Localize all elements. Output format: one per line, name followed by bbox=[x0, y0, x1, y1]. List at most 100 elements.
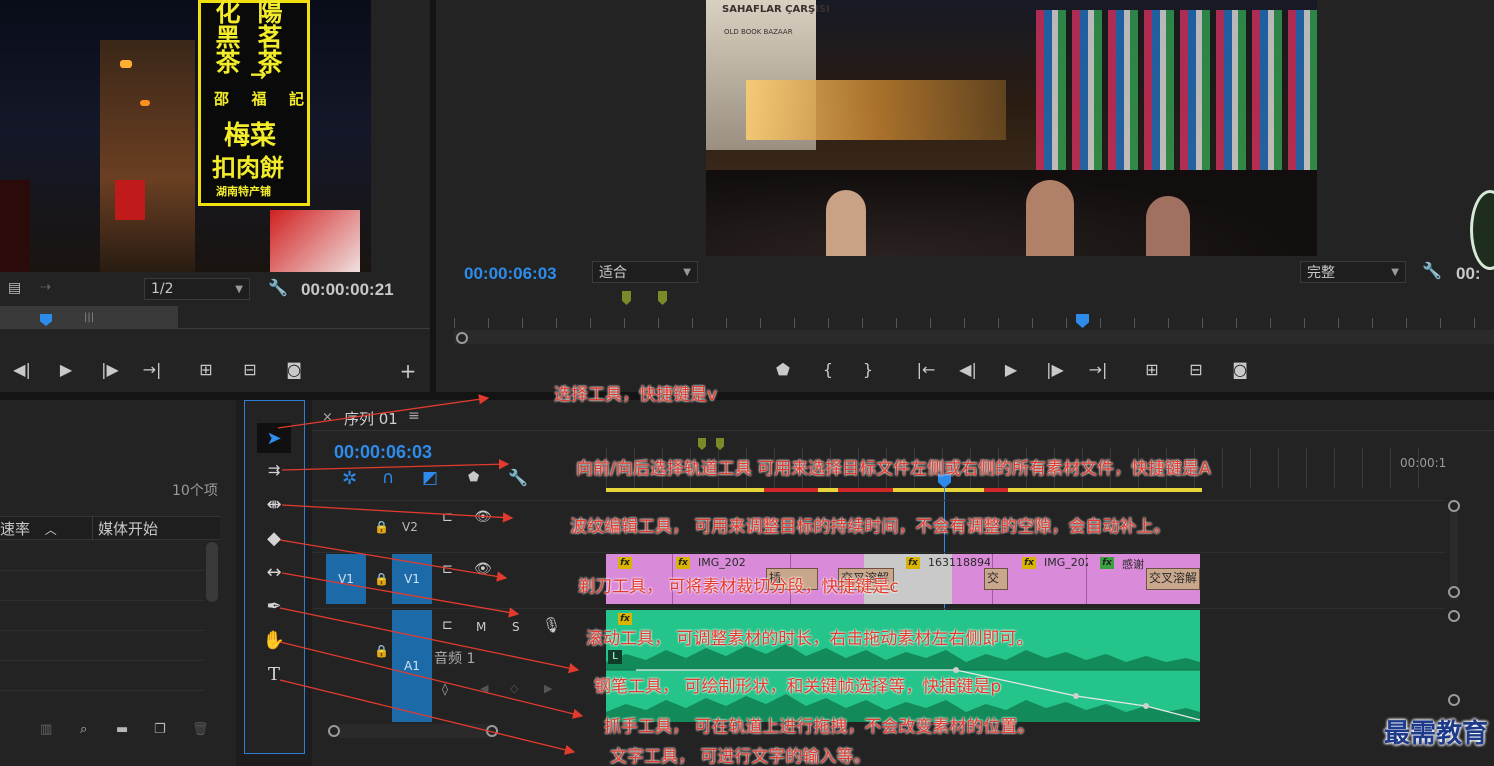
go-to-in-icon[interactable]: |← bbox=[914, 357, 938, 381]
fx-badge: fx bbox=[906, 557, 920, 569]
resolution-select[interactable]: 1/2 ▼ bbox=[144, 278, 250, 300]
column-rate[interactable]: 速率 ︿ bbox=[0, 518, 57, 539]
mark-out-icon[interactable]: } bbox=[856, 357, 880, 381]
lift-button[interactable]: ⊞ bbox=[1140, 357, 1164, 381]
linked-selection-icon[interactable]: ◩ bbox=[422, 468, 438, 488]
play-button[interactable]: ▶ bbox=[999, 357, 1023, 381]
marker-icon[interactable] bbox=[658, 291, 667, 305]
step-back-icon[interactable]: ◀| bbox=[956, 357, 980, 381]
wrench-icon[interactable]: 🔧 bbox=[508, 468, 528, 487]
video-v-scrollbar[interactable] bbox=[1450, 500, 1458, 600]
lock-icon[interactable]: 🔒 bbox=[374, 572, 389, 586]
lock-icon[interactable]: 🔒 bbox=[374, 644, 389, 658]
next-keyframe-icon[interactable]: ▶ bbox=[544, 682, 552, 695]
eye-icon[interactable]: 👁 bbox=[474, 561, 492, 577]
search-icon[interactable]: ⌕ bbox=[80, 722, 87, 737]
transition[interactable]: 交 bbox=[984, 568, 1008, 590]
mute-button[interactable]: M bbox=[476, 620, 486, 634]
go-to-out-icon[interactable]: →| bbox=[140, 357, 164, 381]
v-scroll-handle[interactable] bbox=[1448, 500, 1460, 512]
play-button[interactable]: ▶ bbox=[54, 357, 78, 381]
freeform-view-icon[interactable]: ▥ bbox=[40, 722, 52, 737]
chevron-down-icon: ▼ bbox=[235, 283, 243, 295]
program-ruler[interactable] bbox=[454, 318, 1494, 328]
add-keyframe-icon[interactable]: ◇ bbox=[510, 682, 518, 695]
extract-button[interactable]: ⊟ bbox=[1184, 357, 1208, 381]
sequence-tab[interactable]: 序列 01 bbox=[344, 408, 398, 429]
ripple-edit-tool-icon[interactable]: ⇼ bbox=[257, 489, 291, 519]
slip-tool-icon[interactable]: ↔ bbox=[257, 557, 291, 587]
overwrite-button[interactable]: ⊟ bbox=[238, 357, 262, 381]
track-target-v1[interactable]: V1 bbox=[392, 554, 432, 604]
sign-char: 化 bbox=[215, 0, 241, 27]
wrench-icon[interactable]: 🔧 bbox=[1422, 261, 1442, 280]
add-marker-icon[interactable]: ⬟ bbox=[771, 357, 795, 381]
scroll-handle-left[interactable] bbox=[328, 725, 340, 737]
quality-select[interactable]: 完整 ▼ bbox=[1300, 261, 1406, 283]
track-target-a1[interactable]: A1 bbox=[392, 610, 432, 722]
razor-tool-icon[interactable]: ◆ bbox=[257, 523, 291, 553]
step-forward-icon[interactable]: |▶ bbox=[1043, 357, 1067, 381]
source-patch-v1[interactable]: V1 bbox=[326, 554, 366, 604]
type-tool-icon[interactable]: T bbox=[257, 659, 291, 689]
project-scrollbar[interactable] bbox=[206, 542, 218, 602]
timeline-timecode[interactable]: 00:00:06:03 bbox=[334, 442, 432, 463]
keyframe-icon[interactable]: ◊ bbox=[442, 682, 448, 696]
export-frame-icon[interactable]: ▤ bbox=[8, 280, 21, 296]
marker-icon[interactable] bbox=[622, 291, 631, 305]
eye-icon[interactable]: 👁 bbox=[474, 509, 492, 525]
fx-badge: fx bbox=[1022, 557, 1036, 569]
marker-icon: ||| bbox=[84, 312, 95, 323]
selection-tool-icon[interactable]: ➤ bbox=[257, 423, 291, 453]
zoom-scrollbar[interactable] bbox=[454, 330, 1494, 344]
go-to-out-icon[interactable]: →| bbox=[1086, 357, 1110, 381]
column-media-start[interactable]: 媒体开始 bbox=[98, 518, 158, 539]
annotation-track-select-tool: 向前/向后选择轨道工具 可用来选择目标文件左侧或右侧的所有素材文件，快捷键是A bbox=[576, 459, 1211, 479]
mark-in-icon[interactable]: { bbox=[816, 357, 840, 381]
sync-lock-icon[interactable]: ⊏ bbox=[442, 510, 453, 525]
new-bin-icon[interactable]: ▬ bbox=[116, 722, 128, 737]
panel-menu-icon[interactable]: ≡ bbox=[408, 408, 420, 424]
program-timecode[interactable]: 00:00:06:03 bbox=[464, 264, 557, 284]
insert-button[interactable]: ⊞ bbox=[194, 357, 218, 381]
sign-text: 扣肉餅 bbox=[212, 153, 284, 182]
snap-icon[interactable]: ∩ bbox=[382, 468, 394, 488]
source-timecode[interactable]: 00:00:00:21 bbox=[301, 280, 394, 300]
close-tab-icon[interactable]: × bbox=[322, 410, 333, 425]
camera-icon[interactable]: ◙ bbox=[282, 357, 306, 381]
hand-tool-icon[interactable]: ✋ bbox=[257, 625, 291, 655]
prev-keyframe-icon[interactable]: ◀ bbox=[480, 682, 488, 695]
step-forward-icon[interactable]: |▶ bbox=[98, 357, 122, 381]
scroll-handle-right[interactable] bbox=[486, 725, 498, 737]
timeline-h-scrollbar[interactable] bbox=[334, 724, 494, 738]
wrench-icon[interactable]: 🔧 bbox=[268, 278, 288, 297]
sync-lock-icon[interactable]: ⊏ bbox=[442, 618, 453, 633]
project-panel: 10个项 速率 ︿ 媒体开始 ▥ ⌕ ▬ ❐ 🗑 bbox=[0, 400, 236, 766]
nest-icon[interactable]: ✲ bbox=[342, 468, 357, 489]
fit-select[interactable]: 适合 ▼ bbox=[592, 261, 698, 283]
zoom-handle-left[interactable] bbox=[456, 332, 468, 344]
insert-icon[interactable]: ⇢ bbox=[40, 280, 51, 295]
step-back-icon[interactable]: ◀| bbox=[10, 357, 34, 381]
track-select-tool-icon[interactable]: ⇉ bbox=[257, 455, 291, 485]
pen-tool-icon[interactable]: ✒ bbox=[257, 591, 291, 621]
add-marker-icon[interactable]: ⬟ bbox=[468, 470, 479, 485]
microphone-icon[interactable]: 🎙 bbox=[542, 616, 561, 634]
v-scroll-handle[interactable] bbox=[1448, 586, 1460, 598]
annotation-ripple-edit-tool: 波纹编辑工具， 可用来调整目标的持续时间，不会有调整的空隙，会自动补上。 bbox=[570, 517, 1171, 537]
trash-icon[interactable]: 🗑 bbox=[192, 722, 209, 737]
transition[interactable]: 交叉溶解 bbox=[1146, 568, 1200, 590]
overlay-widget bbox=[1470, 190, 1494, 270]
solo-button[interactable]: S bbox=[512, 620, 520, 634]
camera-icon[interactable]: ◙ bbox=[1228, 357, 1252, 381]
lock-icon[interactable]: 🔒 bbox=[374, 520, 389, 534]
clip-label: IMG_202 bbox=[698, 556, 746, 569]
a-scroll-handle[interactable] bbox=[1448, 694, 1460, 706]
add-button[interactable]: + bbox=[396, 359, 420, 383]
chevron-down-icon: ▼ bbox=[1391, 266, 1399, 278]
a-scroll-handle[interactable] bbox=[1448, 610, 1460, 622]
sort-up-icon[interactable]: ︿ bbox=[45, 523, 57, 537]
channel-label: L bbox=[608, 650, 622, 664]
new-item-icon[interactable]: ❐ bbox=[154, 722, 166, 737]
sync-lock-icon[interactable]: ⊏ bbox=[442, 562, 453, 577]
